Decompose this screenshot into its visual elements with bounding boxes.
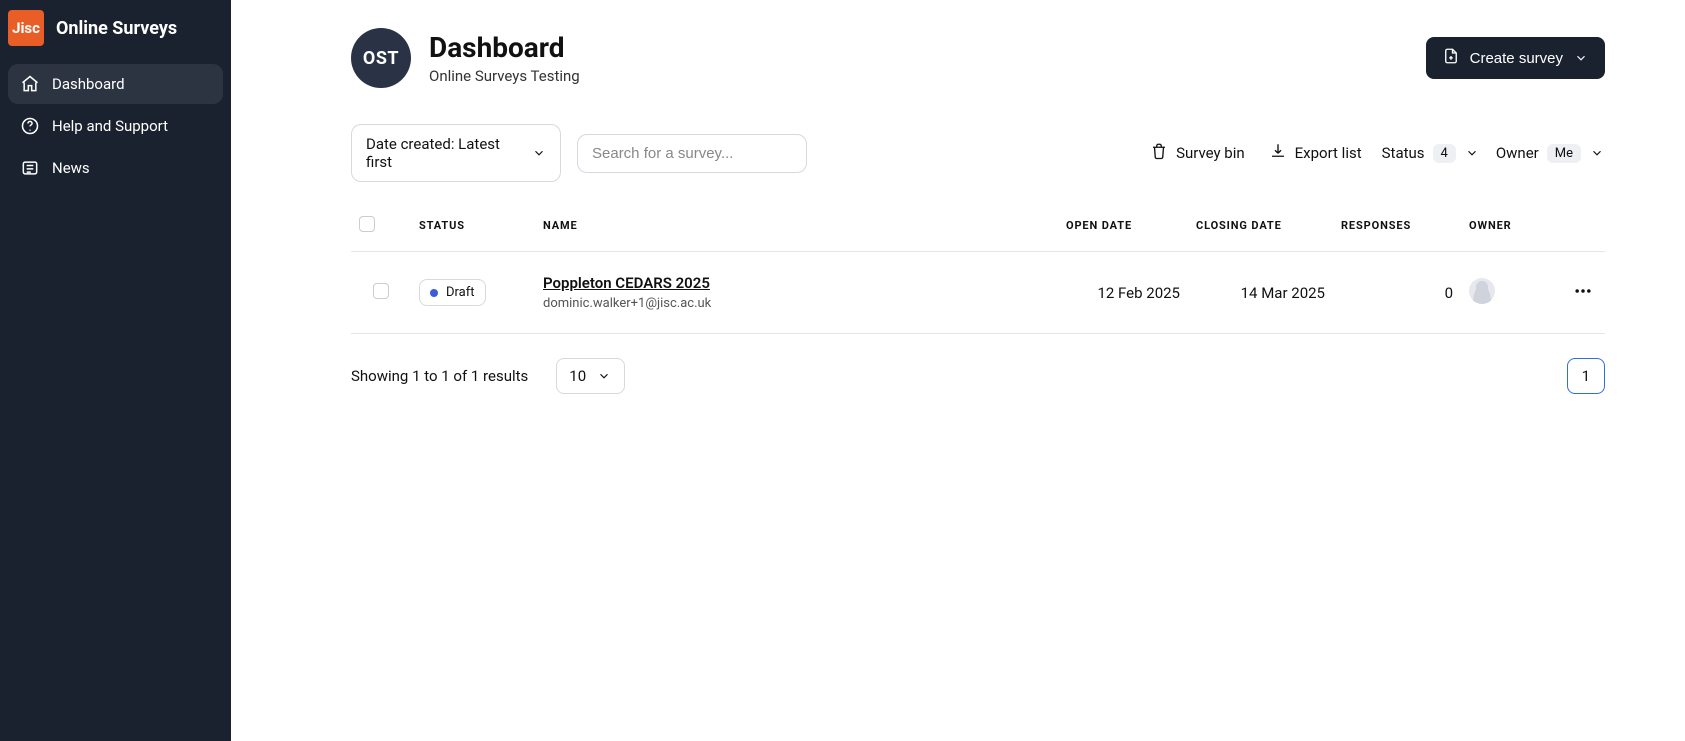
col-header-responses: Responses <box>1333 206 1461 252</box>
chevron-down-icon <box>1589 145 1605 161</box>
col-header-status: Status <box>411 206 535 252</box>
home-icon <box>20 74 40 94</box>
search-input[interactable] <box>592 145 792 162</box>
col-header-open-date: Open Date <box>1058 206 1188 252</box>
survey-owner-email: dominic.walker+1@jisc.ac.uk <box>543 296 1050 311</box>
main: OST Dashboard Online Surveys Testing Cre… <box>231 0 1685 741</box>
results-info: Showing 1 to 1 of 1 results <box>351 367 528 385</box>
page-size-value: 10 <box>569 367 586 385</box>
chevron-down-icon <box>1464 145 1480 161</box>
status-chip: Draft <box>419 279 486 306</box>
create-survey-label: Create survey <box>1470 50 1563 67</box>
sidebar-item-label: Help and Support <box>52 117 168 135</box>
page-number-button[interactable]: 1 <box>1567 358 1605 394</box>
page-title: Dashboard <box>429 31 580 65</box>
status-dot-icon <box>430 289 438 297</box>
sort-select[interactable]: Date created: Latest first <box>351 124 561 182</box>
page-size-select[interactable]: 10 <box>556 358 625 394</box>
owner-me-badge: Me <box>1547 144 1581 163</box>
export-list-link[interactable]: Export list <box>1265 136 1366 170</box>
news-icon <box>20 158 40 178</box>
cell-closing-date: 14 Mar 2025 <box>1188 252 1333 334</box>
export-list-label: Export list <box>1295 144 1362 162</box>
chevron-down-icon <box>596 368 612 384</box>
table-footer: Showing 1 to 1 of 1 results 10 1 <box>351 334 1605 394</box>
col-header-name: Name <box>535 206 1058 252</box>
table-row: Draft Poppleton CEDARS 2025 dominic.walk… <box>351 252 1605 334</box>
page-header: OST Dashboard Online Surveys Testing Cre… <box>351 28 1605 88</box>
page-title-wrap: OST Dashboard Online Surveys Testing <box>351 28 580 88</box>
chevron-down-icon <box>1573 50 1589 66</box>
survey-bin-link[interactable]: Survey bin <box>1146 136 1249 170</box>
owner-filter[interactable]: Owner Me <box>1496 144 1605 163</box>
sidebar: Jisc Online Surveys Dashboard Help and S… <box>0 0 231 741</box>
sidebar-item-news[interactable]: News <box>8 148 223 188</box>
status-filter-label: Status <box>1382 144 1425 162</box>
select-all-checkbox[interactable] <box>359 216 375 232</box>
org-avatar: OST <box>351 28 411 88</box>
sidebar-header: Jisc Online Surveys <box>0 0 231 64</box>
status-filter[interactable]: Status 4 <box>1382 144 1480 163</box>
col-header-closing-date: Closing Date <box>1188 206 1333 252</box>
row-actions-button[interactable] <box>1573 287 1593 305</box>
page-subtitle: Online Surveys Testing <box>429 67 580 85</box>
sidebar-item-help[interactable]: Help and Support <box>8 106 223 146</box>
help-icon <box>20 116 40 136</box>
owner-filter-label: Owner <box>1496 144 1539 162</box>
col-header-owner: Owner <box>1461 206 1561 252</box>
sort-label: Date created: Latest first <box>366 135 519 171</box>
status-count-badge: 4 <box>1433 144 1456 163</box>
create-survey-button[interactable]: Create survey <box>1426 37 1605 79</box>
survey-bin-label: Survey bin <box>1176 144 1245 162</box>
file-plus-icon <box>1442 47 1460 69</box>
chevron-down-icon <box>531 145 546 161</box>
row-checkbox[interactable] <box>373 283 389 299</box>
search-input-wrap <box>577 134 807 173</box>
sidebar-nav: Dashboard Help and Support News <box>0 64 231 188</box>
brand-title: Online Surveys <box>56 18 177 39</box>
download-icon <box>1269 142 1287 164</box>
sidebar-item-label: Dashboard <box>52 75 125 93</box>
surveys-table: Status Name Open Date Closing Date Respo… <box>351 206 1605 334</box>
jisc-logo: Jisc <box>8 10 44 46</box>
cell-responses: 0 <box>1333 252 1461 334</box>
status-label: Draft <box>446 285 475 300</box>
sidebar-item-dashboard[interactable]: Dashboard <box>8 64 223 104</box>
owner-avatar <box>1469 278 1495 304</box>
cell-open-date: 12 Feb 2025 <box>1058 252 1188 334</box>
sidebar-item-label: News <box>52 159 90 177</box>
toolbar: Date created: Latest first Survey bin E <box>351 124 1605 182</box>
trash-icon <box>1150 142 1168 164</box>
survey-name-link[interactable]: Poppleton CEDARS 2025 <box>543 274 1050 292</box>
